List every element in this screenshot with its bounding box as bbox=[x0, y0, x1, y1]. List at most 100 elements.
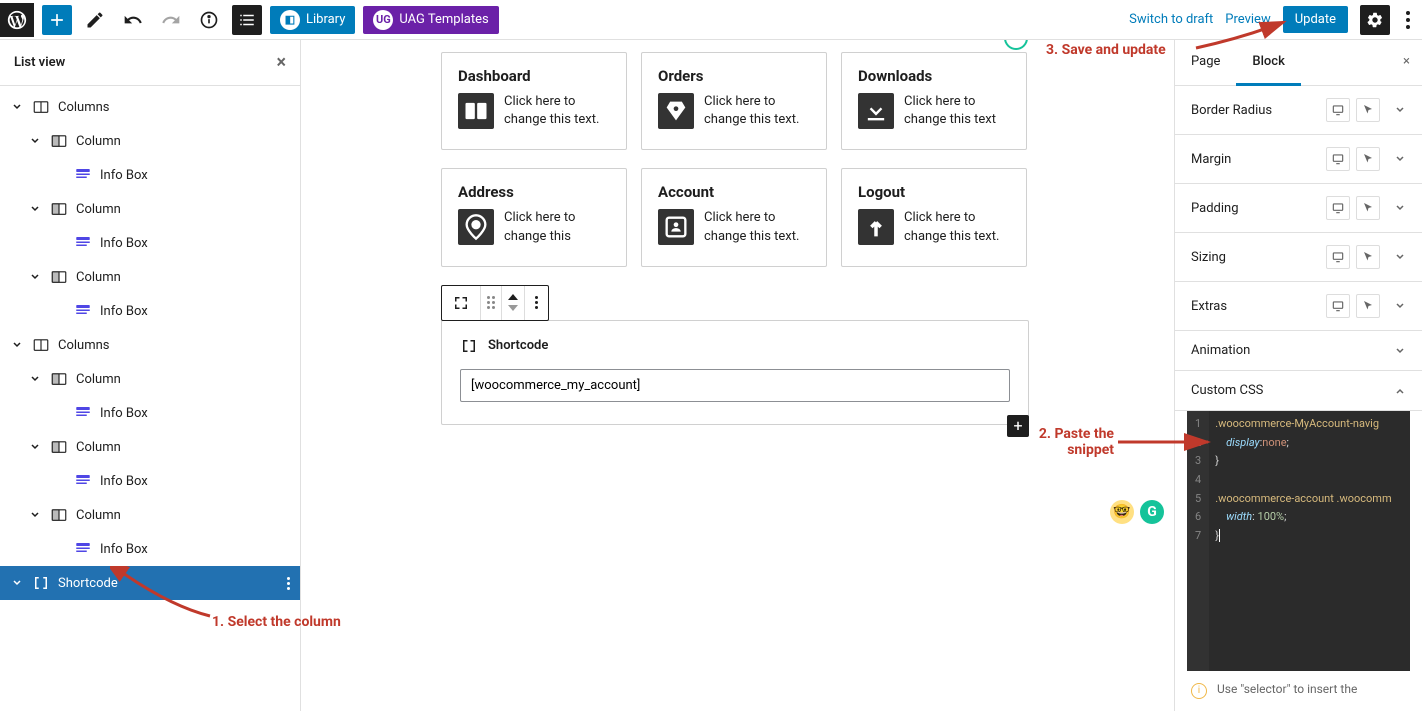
shortcode-input[interactable] bbox=[460, 369, 1010, 402]
tree-item-shortcode[interactable]: Shortcode bbox=[0, 566, 300, 600]
info-box-title: Dashboard bbox=[458, 67, 610, 85]
tree-item-column[interactable]: Column bbox=[0, 260, 300, 294]
panel-custom-css[interactable]: Custom CSS bbox=[1175, 371, 1422, 411]
avatar-emoji: 🤓 bbox=[1110, 500, 1134, 524]
move-buttons[interactable] bbox=[502, 286, 525, 320]
drag-handle[interactable] bbox=[481, 286, 502, 320]
tree-item-infobox[interactable]: Info Box bbox=[0, 532, 300, 566]
block-options-button[interactable] bbox=[525, 286, 548, 320]
info-box[interactable]: Dashboard Click here to change this text. bbox=[441, 52, 627, 150]
panel-animation[interactable]: Animation bbox=[1175, 331, 1422, 371]
column-icon bbox=[50, 438, 68, 456]
infobox-icon bbox=[74, 404, 92, 422]
info-box-title: Downloads bbox=[858, 67, 1010, 85]
tree-item-infobox[interactable]: Info Box bbox=[0, 464, 300, 498]
switch-to-draft-link[interactable]: Switch to draft bbox=[1129, 12, 1213, 27]
infobox-icon bbox=[74, 166, 92, 184]
info-box-title: Account bbox=[658, 183, 810, 201]
close-sidebar-button[interactable]: × bbox=[1391, 40, 1422, 85]
preview-link[interactable]: Preview bbox=[1225, 12, 1270, 27]
uag-templates-button[interactable]: UG UAG Templates bbox=[363, 6, 498, 34]
info-box[interactable]: LogoutClick here to change this text. bbox=[841, 168, 1027, 266]
cursor-icon[interactable] bbox=[1356, 245, 1380, 269]
add-block-button[interactable] bbox=[42, 5, 72, 35]
close-list-view-button[interactable]: × bbox=[276, 52, 286, 73]
add-block-inline-button[interactable]: + bbox=[1007, 415, 1029, 437]
column-icon bbox=[50, 506, 68, 524]
info-box-text: Click here to change this text bbox=[904, 93, 1010, 129]
info-box-icon bbox=[658, 209, 694, 245]
settings-button[interactable] bbox=[1360, 5, 1390, 35]
tree-item-column[interactable]: Column bbox=[0, 124, 300, 158]
desktop-icon[interactable] bbox=[1326, 245, 1350, 269]
info-box-icon bbox=[458, 209, 494, 245]
panel-padding[interactable]: Padding bbox=[1175, 184, 1422, 233]
info-box-text: Click here to change this text. bbox=[904, 209, 1010, 245]
shortcode-label: Shortcode bbox=[488, 338, 548, 353]
shortcode-block[interactable]: Shortcode bbox=[441, 320, 1029, 425]
wordpress-logo[interactable] bbox=[0, 3, 34, 37]
info-box[interactable]: OrdersClick here to change this text. bbox=[641, 52, 827, 150]
panel-sizing[interactable]: Sizing bbox=[1175, 233, 1422, 282]
tree-item-column[interactable]: Column bbox=[0, 362, 300, 396]
tab-page[interactable]: Page bbox=[1175, 40, 1236, 85]
infobox-icon bbox=[74, 472, 92, 490]
tree-item-column[interactable]: Column bbox=[0, 498, 300, 532]
column-icon bbox=[50, 132, 68, 150]
block-type-button[interactable] bbox=[442, 286, 481, 320]
infobox-icon bbox=[74, 302, 92, 320]
info-box[interactable]: Address Click here to change this bbox=[441, 168, 627, 266]
info-box-text: Click here to change this bbox=[504, 209, 610, 245]
info-box-icon bbox=[458, 93, 494, 129]
tree-item-infobox[interactable]: Info Box bbox=[0, 226, 300, 260]
panel-border-radius[interactable]: Border Radius bbox=[1175, 86, 1422, 135]
css-code-editor[interactable]: 1234567 .woocommerce-MyAccount-navig dis… bbox=[1187, 411, 1410, 671]
panel-margin[interactable]: Margin bbox=[1175, 135, 1422, 184]
cursor-icon[interactable] bbox=[1356, 147, 1380, 171]
cursor-icon[interactable] bbox=[1356, 98, 1380, 122]
block-toolbar bbox=[441, 285, 549, 321]
info-box-title: Address bbox=[458, 183, 610, 201]
info-box[interactable]: Account Click here to change this text. bbox=[641, 168, 827, 266]
infobox-icon bbox=[74, 540, 92, 558]
info-box-title: Orders bbox=[658, 67, 810, 85]
info-box-text: Click here to change this text. bbox=[704, 209, 810, 245]
library-button[interactable]: ◧ Library bbox=[270, 6, 355, 34]
update-button[interactable]: Update bbox=[1283, 6, 1348, 33]
list-view-button[interactable] bbox=[232, 5, 262, 35]
item-options-button[interactable] bbox=[287, 577, 290, 590]
column-icon bbox=[50, 200, 68, 218]
cursor-icon[interactable] bbox=[1356, 196, 1380, 220]
infobox-icon bbox=[74, 234, 92, 252]
tree-item-columns[interactable]: Columns bbox=[0, 328, 300, 362]
cursor-icon[interactable] bbox=[1356, 294, 1380, 318]
tab-block[interactable]: Block bbox=[1236, 40, 1300, 86]
info-box-icon bbox=[858, 93, 894, 129]
info-button[interactable] bbox=[194, 5, 224, 35]
css-hint-text: Use "selector" to insert the bbox=[1217, 681, 1357, 699]
undo-button[interactable] bbox=[118, 5, 148, 35]
edit-mode-button[interactable] bbox=[80, 5, 110, 35]
hint-icon: i bbox=[1191, 683, 1207, 699]
info-box-icon bbox=[858, 209, 894, 245]
shortcode-icon bbox=[32, 574, 50, 592]
info-box-icon bbox=[658, 93, 694, 129]
redo-button[interactable] bbox=[156, 5, 186, 35]
panel-extras[interactable]: Extras bbox=[1175, 282, 1422, 331]
column-icon bbox=[50, 268, 68, 286]
tree-item-column[interactable]: Column bbox=[0, 192, 300, 226]
info-box[interactable]: Downloads Click here to change this text bbox=[841, 52, 1027, 150]
more-options-button[interactable] bbox=[1402, 3, 1414, 37]
tree-item-infobox[interactable]: Info Box bbox=[0, 294, 300, 328]
grammarly-icon[interactable]: G bbox=[1140, 500, 1164, 524]
desktop-icon[interactable] bbox=[1326, 147, 1350, 171]
desktop-icon[interactable] bbox=[1326, 196, 1350, 220]
tree-item-column[interactable]: Column bbox=[0, 430, 300, 464]
desktop-icon[interactable] bbox=[1326, 98, 1350, 122]
tree-item-infobox[interactable]: Info Box bbox=[0, 396, 300, 430]
desktop-icon[interactable] bbox=[1326, 294, 1350, 318]
info-box-text: Click here to change this text. bbox=[504, 93, 610, 129]
tree-item-infobox[interactable]: Info Box bbox=[0, 158, 300, 192]
tree-item-columns[interactable]: Columns bbox=[0, 90, 300, 124]
column-icon bbox=[50, 370, 68, 388]
